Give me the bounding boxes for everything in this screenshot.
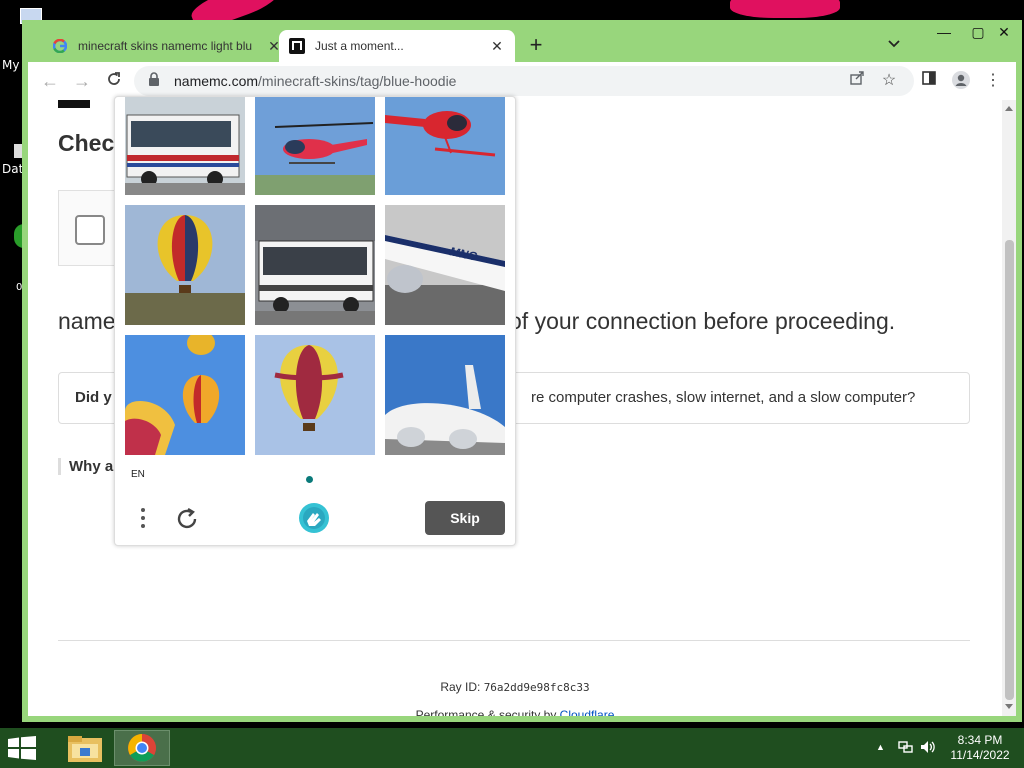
side-panel-icon[interactable]: [918, 70, 940, 92]
scroll-down-arrow-icon[interactable]: [1005, 704, 1013, 709]
volume-icon[interactable]: [920, 740, 936, 757]
captcha-menu-icon[interactable]: [133, 505, 153, 531]
captcha-tile-bus[interactable]: [255, 205, 375, 325]
chevron-down-icon[interactable]: [884, 36, 904, 56]
clock-date: 11/14/2022: [950, 748, 1010, 762]
tab-strip: minecraft skins namemc light blu ✕ Just …: [22, 20, 1022, 62]
desktop-icon-label: Dat: [2, 162, 24, 176]
connection-text: name: [58, 308, 116, 334]
url-host: namemc.com: [174, 73, 259, 89]
system-clock[interactable]: 8:34 PM 11/14/2022: [938, 733, 1022, 763]
captcha-tile-helicopter[interactable]: [385, 97, 505, 195]
lock-icon[interactable]: [148, 71, 164, 91]
close-tab-icon[interactable]: ✕: [489, 38, 505, 54]
cloudflare-link[interactable]: Cloudflare: [560, 708, 615, 716]
scrollbar-thumb[interactable]: [1005, 240, 1014, 700]
tab-search-results[interactable]: minecraft skins namemc light blu ✕: [42, 30, 292, 62]
page-heading: Checl: [58, 130, 121, 156]
ray-id: Ray ID: 76a2dd9e98fc8c33: [28, 680, 1002, 694]
browser-toolbar: ← → namemc.com/minecraft-skins/tag/blue-…: [28, 62, 1016, 100]
captcha-tile-airplane[interactable]: [385, 335, 505, 455]
network-icon[interactable]: [898, 740, 914, 757]
info-box-heading: Did y: [75, 389, 112, 406]
reload-icon[interactable]: [102, 70, 126, 92]
minimize-button[interactable]: —: [926, 20, 962, 44]
close-window-button[interactable]: ✕: [986, 20, 1022, 44]
captcha-challenge: MNG EN Skip: [114, 96, 516, 546]
info-box-text: re computer crashes, slow internet, and …: [531, 389, 916, 406]
language-selector[interactable]: EN: [131, 469, 145, 480]
windows-start-icon[interactable]: [8, 736, 40, 762]
ray-id-value: 76a2dd9e98fc8c33: [483, 681, 590, 694]
captcha-tile-hot-air-balloon[interactable]: [255, 335, 375, 455]
desktop-icon[interactable]: [14, 144, 22, 158]
tab-title: Just a moment...: [315, 39, 404, 53]
verify-checkbox[interactable]: [75, 215, 105, 245]
file-explorer-icon[interactable]: [58, 730, 114, 766]
why-section-heading: Why a: [58, 458, 113, 475]
connection-text-continued: of your connection before proceeding.: [509, 308, 896, 334]
menu-dots-icon[interactable]: ⋮: [982, 70, 1004, 92]
captcha-tile-airplane[interactable]: MNG: [385, 205, 505, 325]
url-text: namemc.com/minecraft-skins/tag/blue-hood…: [174, 73, 456, 89]
taskbar: ▲ 8:34 PM 11/14/2022: [0, 728, 1024, 768]
desktop-wallpaper-shape: [730, 0, 840, 18]
namemc-icon: [289, 38, 305, 54]
scrollbar[interactable]: [1002, 100, 1016, 716]
site-logo: [58, 100, 90, 108]
share-icon[interactable]: [846, 70, 868, 92]
hcaptcha-logo-icon[interactable]: [297, 501, 331, 535]
google-icon: [52, 38, 68, 54]
show-hidden-icons-chevron-icon[interactable]: ▲: [876, 742, 885, 752]
url-path: /minecraft-skins/tag/blue-hoodie: [258, 73, 457, 89]
scroll-up-arrow-icon[interactable]: [1005, 106, 1013, 111]
performance-footer: Performance & security by Cloudflare: [28, 708, 1002, 716]
back-arrow-icon[interactable]: ←: [38, 70, 62, 92]
ray-id-label: Ray ID:: [440, 680, 481, 694]
tab-just-a-moment[interactable]: Just a moment... ✕: [279, 30, 515, 62]
captcha-tile-hot-air-balloon[interactable]: [125, 335, 245, 455]
bookmark-star-icon[interactable]: ☆: [878, 70, 900, 92]
new-tab-button[interactable]: +: [524, 34, 548, 58]
captcha-tile-helicopter[interactable]: [255, 97, 375, 195]
footer-divider: [58, 640, 970, 641]
performance-text: Performance & security by: [415, 708, 557, 716]
desktop-icon-label: My: [2, 58, 20, 72]
tab-title: minecraft skins namemc light blu: [78, 39, 253, 53]
forward-arrow-icon[interactable]: →: [70, 70, 94, 92]
profile-avatar-icon[interactable]: [950, 70, 972, 92]
challenge-progress-dot: [306, 476, 313, 483]
clock-time: 8:34 PM: [957, 733, 1003, 747]
chrome-icon[interactable]: [114, 730, 170, 766]
skip-button[interactable]: Skip: [425, 501, 505, 535]
captcha-tile-hot-air-balloon[interactable]: [125, 205, 245, 325]
address-bar[interactable]: namemc.com/minecraft-skins/tag/blue-hood…: [134, 66, 914, 96]
captcha-tile-bus[interactable]: [125, 97, 245, 195]
refresh-challenge-icon[interactable]: [173, 505, 201, 533]
